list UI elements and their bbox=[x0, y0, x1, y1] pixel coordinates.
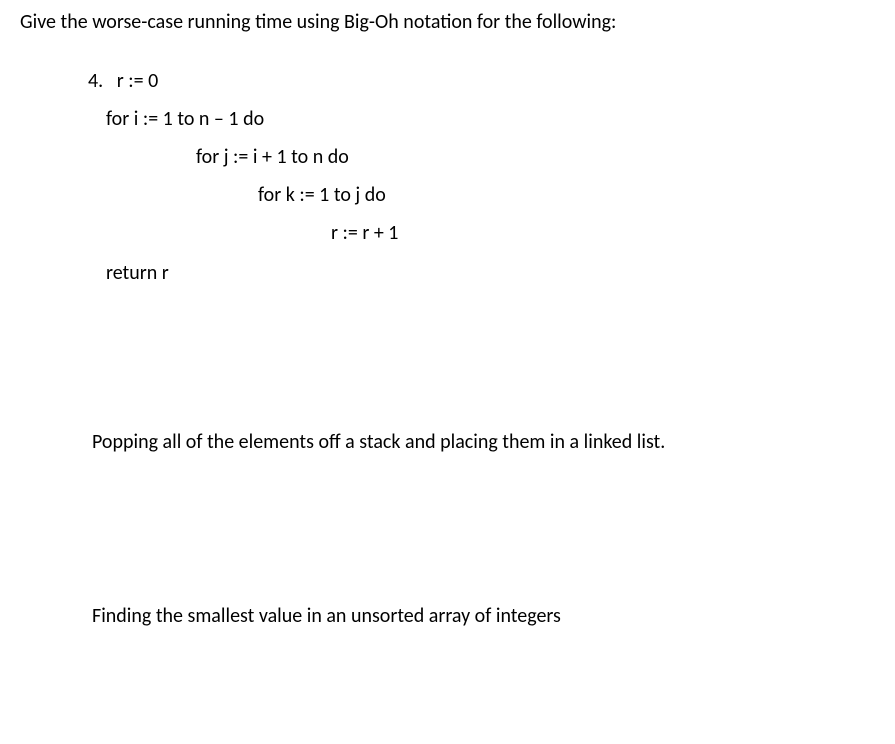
code-return: return r bbox=[106, 254, 875, 292]
sub-question-stack: Popping all of the elements off a stack … bbox=[92, 430, 875, 454]
code-for-j: for j := i + 1 to n do bbox=[196, 138, 875, 176]
code-r-init: r := 0 bbox=[117, 69, 158, 93]
code-for-i: for i := 1 to n – 1 do bbox=[106, 100, 875, 138]
code-line-init: 4. r := 0 bbox=[88, 62, 875, 100]
code-for-k: for k := 1 to j do bbox=[258, 176, 875, 214]
code-block: 4. r := 0 for i := 1 to n – 1 do for j :… bbox=[48, 62, 875, 292]
code-increment: r := r + 1 bbox=[331, 214, 875, 252]
problem-number: 4. bbox=[88, 69, 103, 93]
question-header: Give the worse-case running time using B… bbox=[20, 10, 875, 34]
sub-question-array: Finding the smallest value in an unsorte… bbox=[92, 604, 875, 628]
